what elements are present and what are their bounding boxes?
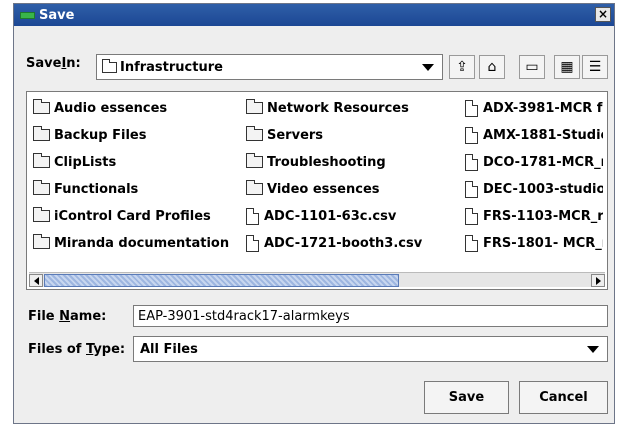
save-button[interactable]: Save [424, 381, 509, 414]
new-folder-button[interactable]: ▭ [519, 55, 545, 79]
list-item[interactable]: Video essences [246, 179, 456, 199]
list-item[interactable]: DCO-1781-MCR_r [465, 152, 603, 172]
folder-icon [102, 58, 117, 73]
folder-icon [33, 153, 50, 168]
arrow-right-icon [595, 276, 601, 285]
list-item[interactable]: Network Resources [246, 98, 456, 118]
close-button[interactable]: × [595, 7, 611, 22]
list-item[interactable]: Miranda documentation [33, 233, 233, 253]
window-title: Save [39, 7, 75, 23]
save-dialog: Save × Save In: Infrastructure ⇪ ⌂ ▭ ▦ ☰… [13, 3, 615, 424]
list-item[interactable]: FRS-1103-MCR_ra [465, 206, 603, 226]
up-one-level-button[interactable]: ⇪ [449, 55, 475, 79]
folder-icon [33, 180, 50, 195]
list-item[interactable]: Troubleshooting [246, 152, 456, 172]
list-item[interactable]: Backup Files [33, 125, 233, 145]
folder-icon [33, 207, 50, 222]
cancel-button[interactable]: Cancel [519, 381, 608, 414]
details-view-icon: ☰ [588, 59, 602, 75]
list-item[interactable]: FRS-1801- MCR_r [465, 233, 603, 253]
list-item[interactable]: DEC-1003-studio 2 [465, 179, 603, 199]
file-icon [465, 99, 478, 117]
folder-icon [246, 153, 263, 168]
java-app-icon [20, 11, 35, 19]
arrow-left-icon [33, 276, 39, 285]
folder-icon [246, 180, 263, 195]
folder-icon [33, 99, 50, 114]
chevron-down-icon[interactable] [422, 64, 434, 71]
list-item[interactable]: ClipLists [33, 152, 233, 172]
file-icon [465, 126, 478, 144]
chevron-down-icon[interactable] [587, 346, 599, 353]
scroll-thumb[interactable] [44, 274, 399, 287]
new-folder-icon: ▭ [525, 59, 539, 75]
list-item[interactable]: Functionals [33, 179, 233, 199]
scroll-left-button[interactable] [29, 274, 43, 287]
file-icon [246, 234, 259, 252]
list-view-icon: ▦ [560, 59, 574, 75]
file-name-field[interactable]: EAP-3901-std4rack17-alarmkeys [133, 305, 608, 327]
file-icon [465, 153, 478, 171]
title-bar[interactable]: Save × [14, 4, 614, 26]
file-type-value: All Files [140, 341, 198, 357]
folder-icon [33, 126, 50, 141]
list-item[interactable]: iControl Card Profiles [33, 206, 233, 226]
folder-icon [246, 99, 263, 114]
file-icon [465, 180, 478, 198]
home-icon: ⌂ [487, 59, 497, 75]
file-icon [246, 207, 259, 225]
horizontal-scrollbar[interactable] [29, 272, 605, 287]
file-icon [465, 207, 478, 225]
up-one-level-icon: ⇪ [456, 59, 468, 75]
details-view-button[interactable]: ☰ [582, 55, 608, 79]
folder-icon [246, 126, 263, 141]
list-view-button[interactable]: ▦ [554, 55, 580, 79]
list-item[interactable]: ADC-1721-booth3.csv [246, 233, 456, 253]
file-list[interactable]: Audio essences Backup Files ClipLists Fu… [26, 91, 608, 290]
list-item[interactable]: ADC-1101-63c.csv [246, 206, 456, 226]
list-item[interactable]: ADX-3981-MCR fe [465, 98, 603, 118]
list-item[interactable]: Audio essences [33, 98, 233, 118]
list-item[interactable]: Servers [246, 125, 456, 145]
list-item[interactable]: AMX-1881-Studio [465, 125, 603, 145]
file-name-label: File Name: [28, 309, 107, 324]
look-in-label: Save In: [26, 56, 81, 71]
file-type-combo[interactable]: All Files [133, 336, 608, 362]
file-type-label: Files of Type: [28, 342, 126, 357]
home-button[interactable]: ⌂ [479, 55, 505, 79]
file-icon [465, 234, 478, 252]
look-in-combo[interactable]: Infrastructure [96, 54, 443, 80]
look-in-value: Infrastructure [120, 59, 223, 75]
folder-icon [33, 234, 50, 249]
scroll-right-button[interactable] [591, 274, 605, 287]
